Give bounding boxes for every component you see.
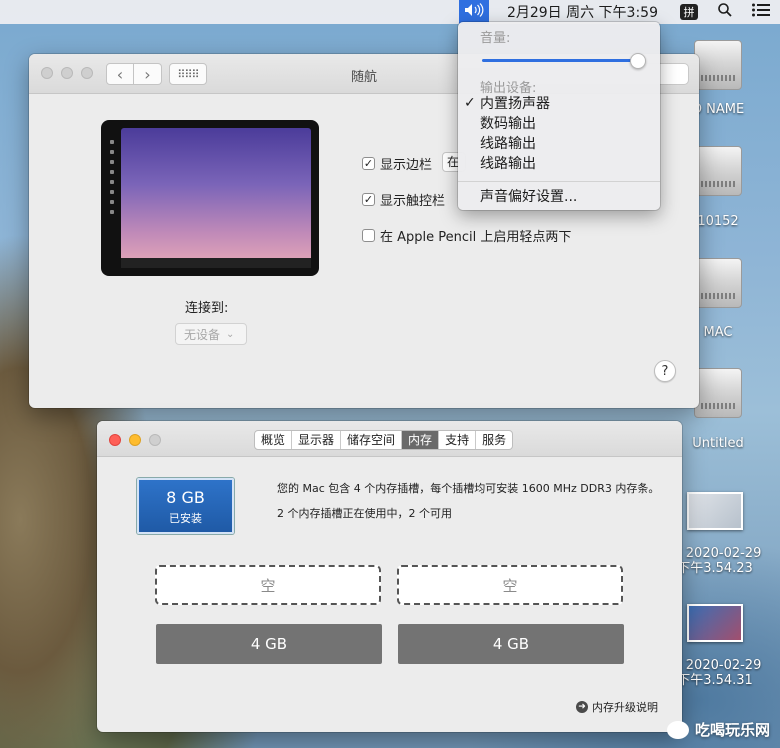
volume-heading: 音量: (480, 31, 511, 46)
show-touchbar-option[interactable]: ✓ 显示触控栏 (362, 190, 445, 209)
memory-slot-installed: 4 GB (156, 624, 382, 664)
zoom-button[interactable] (149, 434, 161, 446)
output-device-item[interactable]: 线路输出 (480, 154, 536, 174)
menu-bar: 2月29日 周六 下午3:59 拼 (0, 0, 780, 24)
show-touchbar-checkbox[interactable]: ✓ (362, 193, 375, 206)
volume-slider-track[interactable] (482, 59, 638, 62)
memory-upgrade-label: 内存升级说明 (592, 701, 658, 714)
window-controls (109, 434, 161, 446)
watermark: 吃喝玩乐网 (666, 719, 770, 740)
chat-bubble-icon (666, 720, 689, 739)
minimize-button[interactable] (129, 434, 141, 446)
tab-displays[interactable]: 显示器 (292, 431, 342, 449)
tab-support[interactable]: 支持 (439, 431, 477, 449)
ipad-touchbar-graphic (121, 258, 311, 268)
tab-service[interactable]: 服务 (476, 431, 512, 449)
input-method-indicator[interactable]: 拼 (680, 4, 698, 20)
arrow-right-circle-icon: ➜ (576, 701, 588, 713)
tab-overview[interactable]: 概览 (255, 431, 293, 449)
show-sidebar-checkbox[interactable]: ✓ (362, 157, 375, 170)
output-device-item[interactable]: 线路输出 (480, 134, 536, 154)
notification-center-button[interactable] (742, 0, 780, 24)
watermark-text: 吃喝玩乐网 (694, 721, 770, 739)
memory-slots-usage: 2 个内存插槽正在使用中，2 个可用 (277, 507, 452, 520)
volume-icon (464, 3, 484, 21)
memory-upgrade-link[interactable]: ➜ 内存升级说明 (576, 699, 658, 715)
memory-slots-description: 您的 Mac 包含 4 个内存插槽，每个插槽均可安装 1600 MHz DDR3… (277, 482, 660, 495)
chevron-down-icon: ⌄ (226, 328, 235, 340)
menubar-clock[interactable]: 2月29日 周六 下午3:59 (499, 0, 666, 24)
ipad-sidebar-graphic (107, 134, 117, 258)
show-sidebar-label: 显示边栏 (380, 158, 433, 173)
help-button[interactable]: ? (654, 360, 676, 382)
pencil-double-tap-label: 在 Apple Pencil 上启用轻点两下 (380, 230, 572, 245)
volume-menu-button[interactable] (458, 0, 489, 24)
window-titlebar: 概览 显示器 储存空间 内存 支持 服务 (97, 421, 682, 457)
hard-disk-icon (694, 258, 742, 308)
hard-disk-icon (694, 146, 742, 196)
installed-memory-badge: 8 GB 已安装 (137, 478, 234, 534)
spotlight-search-button[interactable] (708, 0, 742, 24)
pencil-double-tap-checkbox[interactable] (362, 229, 375, 242)
close-button[interactable] (109, 434, 121, 446)
hard-disk-icon (694, 40, 742, 90)
device-select[interactable]: 无设备 ⌄ (175, 323, 247, 345)
checkmark-icon: ✓ (464, 95, 476, 111)
search-icon (718, 3, 732, 21)
tab-storage[interactable]: 储存空间 (341, 431, 403, 449)
pencil-double-tap-option[interactable]: 在 Apple Pencil 上启用轻点两下 (362, 226, 571, 245)
volume-slider-knob[interactable] (630, 53, 646, 69)
hard-disk-icon (694, 368, 742, 418)
connect-to-label: 连接到: (185, 301, 229, 316)
list-icon (752, 3, 770, 21)
desktop-item-label: Untitled (692, 436, 744, 451)
installed-memory-status: 已安装 (169, 512, 202, 525)
installed-memory-size: 8 GB (166, 488, 205, 507)
volume-dropdown-menu: 音量: 输出设备: ✓ 内置扬声器 数码输出 线路输出 线路输出 声音偏好设置.… (458, 22, 660, 210)
tab-memory[interactable]: 内存 (402, 431, 440, 449)
show-sidebar-option[interactable]: ✓ 显示边栏 (362, 154, 432, 173)
show-touchbar-label: 显示触控栏 (380, 194, 446, 209)
ipad-illustration (101, 120, 319, 276)
memory-slot-installed: 4 GB (398, 624, 624, 664)
ipad-screen-graphic (121, 128, 311, 268)
about-tabs: 概览 显示器 储存空间 内存 支持 服务 (254, 430, 514, 450)
output-device-item[interactable]: 内置扬声器 (480, 94, 550, 114)
sound-preferences-item[interactable]: 声音偏好设置... (480, 187, 577, 207)
memory-slot-empty: 空 (397, 565, 623, 605)
memory-slot-empty: 空 (155, 565, 381, 605)
about-this-mac-window: 概览 显示器 储存空间 内存 支持 服务 8 GB 已安装 您的 Mac 包含 … (97, 421, 682, 732)
device-select-value: 无设备 (184, 327, 221, 342)
screenshot-thumbnail-icon (687, 604, 743, 642)
menu-divider (458, 181, 660, 182)
output-device-item[interactable]: 数码输出 (480, 114, 536, 134)
screenshot-thumbnail-icon (687, 492, 743, 530)
